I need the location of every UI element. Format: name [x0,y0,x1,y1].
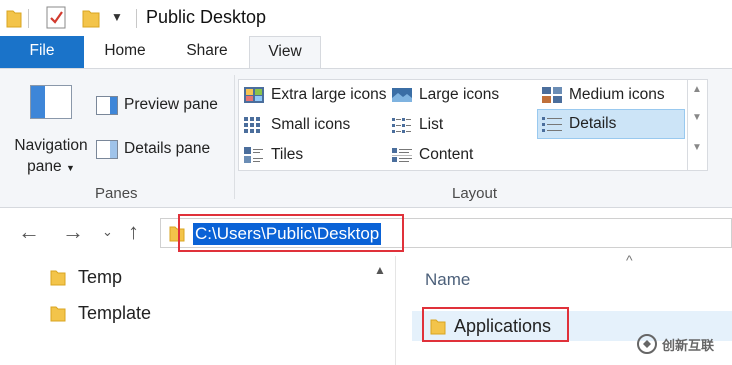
layout-option-label: Large icons [419,86,500,103]
title-bar: ▼ Public Desktop [0,0,732,36]
navigation-pane-label: Navigation [14,137,88,154]
folder-icon [50,270,66,286]
folder-icon [50,306,66,322]
preview-pane-label: Preview pane [124,96,218,113]
navigation-pane-icon[interactable] [30,85,72,119]
tab-home[interactable]: Home [92,36,158,68]
details-icon [542,117,562,132]
quick-access-dropdown-icon[interactable]: ▼ [111,10,123,24]
extra-large-icons-icon [244,87,264,103]
panes-group-label: Panes [95,185,138,202]
layout-gallery-scrollbar[interactable]: ▲ ▼ ▼ [688,79,708,171]
highlight-box [178,214,404,252]
properties-icon[interactable] [46,6,66,29]
layout-option-label: Details [569,115,617,132]
folder-icon [6,10,22,28]
layout-list[interactable]: List [391,112,443,138]
layout-medium-icons[interactable]: Medium icons [541,82,665,108]
tree-scroll-up-icon[interactable]: ▲ [374,263,386,277]
navigation-pane-label-2: pane [27,158,62,175]
layout-gallery: Extra large icons Large icons Medium ico… [238,79,688,171]
forward-arrow-icon[interactable]: → [62,219,84,245]
ribbon-tabs: File Home Share View [0,36,732,69]
scroll-up-icon[interactable]: ▲ [692,84,702,95]
details-pane-label: Details pane [124,140,211,157]
gallery-expand-icon[interactable]: ▼ [692,142,702,153]
tiles-icon [244,147,263,163]
preview-pane-icon [96,95,118,115]
ribbon: Navigation pane ▼ Preview pane Details p… [0,68,732,208]
details-pane-button[interactable]: Details pane [96,137,210,161]
toolbar-divider [136,9,137,28]
recent-locations-chevron-icon[interactable]: ⌄ [102,224,113,240]
layout-group-label: Layout [452,185,498,202]
tab-file[interactable]: File [0,36,84,68]
sort-chevron-icon: ^ [626,252,633,268]
preview-pane-button[interactable]: Preview pane [96,93,218,117]
layout-small-icons[interactable]: Small icons [243,112,350,138]
content-icon [392,148,412,162]
toolbar-divider [28,9,29,28]
navigation-pane-button[interactable]: Navigation pane ▼ [8,135,94,179]
scroll-down-icon[interactable]: ▼ [692,112,702,123]
layout-option-label: Small icons [271,116,351,133]
layout-content[interactable]: Content [391,142,473,168]
layout-option-label: Medium icons [569,86,665,103]
layout-option-label: Tiles [271,146,304,163]
tree-item[interactable]: Temp [50,263,122,291]
back-arrow-icon[interactable]: ← [18,219,40,245]
tree-item[interactable]: Template [50,299,151,327]
medium-icons-icon [542,87,562,103]
highlight-box [422,307,569,342]
tab-share[interactable]: Share [174,36,240,68]
pane-divider[interactable] [395,256,396,365]
tab-view[interactable]: View [249,36,321,69]
layout-tiles[interactable]: Tiles [243,142,303,168]
watermark-logo-icon [637,334,657,354]
watermark-text: 创新互联 [662,337,715,353]
small-icons-icon [244,117,260,133]
group-divider [234,75,235,199]
large-icons-icon [392,88,412,102]
chevron-down-icon: ▼ [65,163,75,173]
tree-item-label: Template [78,302,152,323]
tree-item-label: Temp [78,266,123,287]
layout-option-label: Extra large icons [271,86,387,103]
layout-option-label: List [419,116,444,133]
layout-option-label: Content [419,146,474,163]
column-header-name[interactable]: Name [425,270,470,290]
layout-large-icons[interactable]: Large icons [391,82,499,108]
layout-extra-large-icons[interactable]: Extra large icons [243,82,386,108]
watermark: 创新互联 [636,329,732,359]
new-folder-icon[interactable] [82,8,100,28]
layout-details[interactable]: Details [537,109,685,139]
window-title: Public Desktop [146,7,267,27]
up-arrow-icon[interactable]: ↑ [128,219,139,245]
list-icon [392,118,411,133]
details-pane-icon [96,139,118,159]
